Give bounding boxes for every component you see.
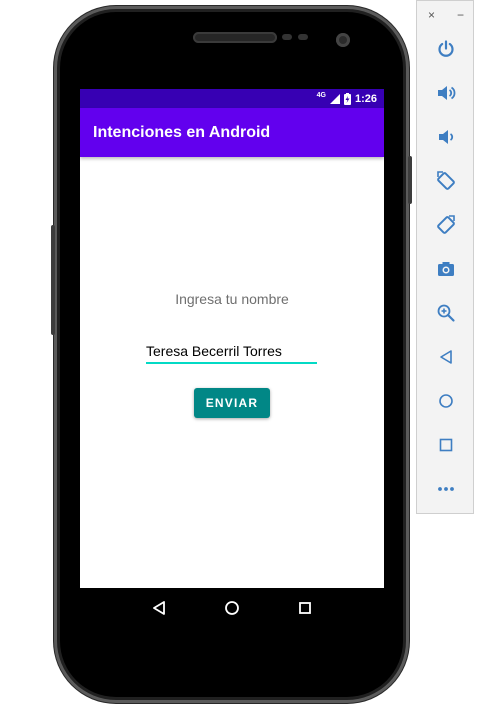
take-screenshot-button[interactable] — [433, 256, 459, 282]
rotate-right-icon — [437, 215, 455, 234]
app-title: Intenciones en Android — [93, 123, 271, 141]
recents-icon — [299, 602, 312, 614]
home-icon — [225, 601, 239, 615]
more-options-button[interactable] — [433, 476, 459, 502]
name-input[interactable] — [146, 340, 317, 364]
volume-down-button[interactable] — [433, 124, 459, 150]
rotate-left-button[interactable] — [433, 168, 459, 194]
overview-button[interactable] — [433, 432, 459, 458]
device-screen: 4G 1:26 Intenciones en Android Ingresa t… — [80, 89, 384, 588]
volume-up-icon — [438, 86, 456, 100]
back-icon — [152, 601, 165, 615]
front-camera — [336, 33, 350, 47]
emulator-toolbar: × − — [416, 0, 474, 514]
main-content: Ingresa tu nombre ENVIAR — [80, 157, 384, 588]
volume-up-button[interactable] — [433, 80, 459, 106]
back-button[interactable] — [433, 344, 459, 370]
battery-charging-icon — [343, 92, 351, 105]
nav-back-button[interactable] — [147, 596, 171, 620]
toolbar-header: × − — [417, 1, 473, 26]
zoom-button[interactable] — [433, 300, 459, 326]
minimize-window-button[interactable]: − — [457, 8, 464, 26]
power-icon — [438, 40, 454, 57]
home-circle-icon — [439, 394, 453, 408]
app-bar: Intenciones en Android — [80, 108, 384, 157]
network-type: 4G — [316, 92, 326, 99]
volume-rocker[interactable] — [51, 225, 55, 335]
light-sensor — [298, 34, 308, 40]
home-button[interactable] — [433, 388, 459, 414]
nav-recents-button[interactable] — [293, 596, 317, 620]
signal-icon — [329, 93, 340, 104]
overview-square-icon — [439, 438, 453, 452]
zoom-in-icon — [437, 304, 455, 322]
rotate-left-icon — [437, 171, 455, 190]
clock: 1:26 — [354, 92, 377, 105]
volume-down-icon — [439, 130, 454, 144]
navigation-bar — [80, 588, 384, 628]
more-dots-icon — [438, 487, 454, 491]
camera-icon — [438, 262, 454, 276]
power-button[interactable] — [433, 36, 459, 62]
earpiece-speaker — [193, 32, 277, 43]
back-triangle-icon — [440, 350, 452, 364]
close-window-button[interactable]: × — [428, 8, 435, 26]
send-button[interactable]: ENVIAR — [194, 388, 270, 418]
power-key[interactable] — [408, 156, 412, 204]
rotate-right-button[interactable] — [433, 212, 459, 238]
proximity-sensor — [282, 34, 292, 40]
nav-home-button[interactable] — [220, 596, 244, 620]
status-bar: 4G 1:26 — [80, 89, 384, 108]
name-prompt-label: Ingresa tu nombre — [175, 291, 289, 307]
